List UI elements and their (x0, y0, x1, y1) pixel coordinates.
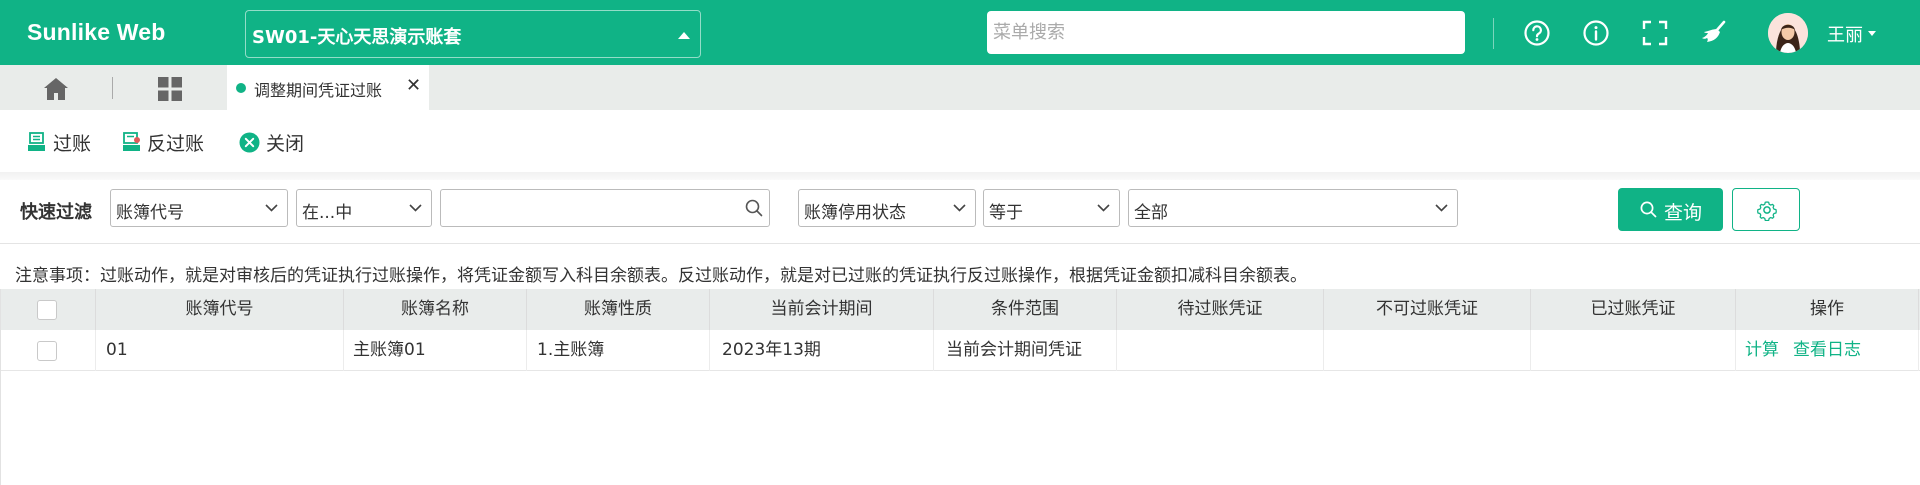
filter-field2-select[interactable]: 账簿停用状态 (798, 189, 976, 227)
col-scope[interactable]: 条件范围 (934, 289, 1117, 330)
chevron-down-icon (1435, 204, 1448, 212)
top-header: Sunlike Web SW01-天心天思演示账套 王丽 (0, 0, 1920, 65)
tab-label: 调整期间凭证过账 (254, 81, 383, 100)
user-name[interactable]: 王丽 (1827, 21, 1863, 47)
post-button[interactable]: 过账 (27, 129, 97, 155)
ledger-table: 账簿代号 账簿名称 账簿性质 当前会计期间 条件范围 待过账凭证 不可过账凭证 … (0, 289, 1920, 485)
col-code[interactable]: 账簿代号 (96, 289, 344, 330)
chevron-down-icon (953, 204, 966, 212)
chevron-down-icon[interactable] (1868, 31, 1876, 36)
query-button[interactable]: 查询 (1618, 188, 1723, 231)
menu-search-input[interactable] (987, 11, 1465, 54)
filter-settings-button[interactable] (1732, 188, 1800, 231)
header-select-all (1, 289, 96, 330)
search-icon[interactable] (745, 199, 763, 217)
unpost-icon (123, 132, 140, 151)
cell-code: 01 (96, 330, 344, 371)
filter-operator2-select[interactable]: 等于 (983, 189, 1120, 227)
chevron-down-icon (1097, 204, 1110, 212)
grid-apps-icon[interactable] (157, 76, 183, 102)
post-label: 过账 (53, 133, 92, 155)
gear-icon (1757, 201, 1777, 221)
caret-up-icon (678, 32, 690, 39)
cell-posted (1531, 330, 1736, 371)
col-name[interactable]: 账簿名称 (344, 289, 527, 330)
calculate-link[interactable]: 计算 (1745, 340, 1779, 360)
avatar[interactable] (1768, 13, 1808, 53)
tab-bar: 调整期间凭证过账 ✕ (0, 65, 1920, 110)
active-dot-icon (236, 83, 246, 93)
close-icon[interactable]: ✕ (406, 75, 421, 96)
filter-operator-value: 在...中 (302, 203, 353, 223)
filter-field-value: 账簿代号 (116, 203, 184, 223)
cell-unpostable (1324, 330, 1531, 371)
filter-operator2-value: 等于 (989, 203, 1023, 223)
chevron-down-icon (409, 204, 422, 212)
col-actions: 操作 (1736, 289, 1919, 330)
fullscreen-icon[interactable] (1640, 18, 1670, 48)
table-header: 账簿代号 账簿名称 账簿性质 当前会计期间 条件范围 待过账凭证 不可过账凭证 … (1, 289, 1920, 330)
account-book-value: SW01-天心天思演示账套 (252, 27, 462, 48)
clear-broom-icon[interactable] (1699, 18, 1729, 48)
col-period[interactable]: 当前会计期间 (710, 289, 934, 330)
query-label: 查询 (1664, 202, 1703, 224)
notice-text: 注意事项：过账动作，就是对审核后的凭证执行过账操作，将凭证金额写入科目余额表。反… (15, 266, 1307, 286)
col-unpostable[interactable]: 不可过账凭证 (1324, 289, 1531, 330)
search-icon (1640, 201, 1657, 218)
header-divider (1493, 18, 1494, 49)
app-logo: Sunlike Web (27, 19, 166, 45)
toolbar: 过账 反过账 关闭 (0, 110, 1920, 172)
filter-value2-select[interactable]: 全部 (1128, 189, 1458, 227)
help-circle-icon[interactable] (1522, 18, 1552, 48)
col-nature[interactable]: 账簿性质 (527, 289, 710, 330)
unpost-button[interactable]: 反过账 (122, 129, 210, 155)
cell-period: 2023年13期 (710, 330, 934, 371)
tab-separator (112, 77, 113, 99)
col-posted[interactable]: 已过账凭证 (1531, 289, 1736, 330)
close-circle-icon (239, 132, 260, 153)
filter-divider (0, 243, 1920, 244)
cell-nature: 1.主账簿 (527, 330, 710, 371)
col-pending[interactable]: 待过账凭证 (1117, 289, 1324, 330)
home-icon[interactable] (42, 77, 70, 101)
view-log-link[interactable]: 查看日志 (1793, 340, 1861, 360)
filter-field2-value: 账簿停用状态 (804, 203, 906, 223)
cell-scope: 当前会计期间凭证 (934, 330, 1117, 371)
row-checkbox[interactable] (37, 341, 57, 361)
chevron-down-icon (265, 204, 278, 212)
quick-filter-label: 快速过滤 (20, 202, 92, 223)
filter-value2-value: 全部 (1134, 203, 1168, 223)
close-label: 关闭 (266, 133, 305, 155)
toolbar-divider (0, 172, 1920, 180)
select-all-checkbox[interactable] (37, 300, 57, 320)
info-circle-icon[interactable] (1581, 18, 1611, 48)
close-button[interactable]: 关闭 (239, 129, 309, 155)
filter-field-select[interactable]: 账簿代号 (110, 189, 288, 227)
filter-operator-select[interactable]: 在...中 (296, 189, 432, 227)
unpost-label: 反过账 (147, 133, 205, 155)
cell-actions: 计算 查看日志 (1736, 330, 1919, 371)
row-select-cell (1, 330, 96, 371)
account-book-select[interactable]: SW01-天心天思演示账套 (245, 10, 701, 58)
cell-pending (1117, 330, 1324, 371)
table-row[interactable]: 01 主账簿01 1.主账簿 2023年13期 当前会计期间凭证 计算 查看日志 (1, 330, 1920, 371)
tab-posting-adjust-period[interactable]: 调整期间凭证过账 ✕ (227, 65, 429, 110)
filter-value-input[interactable] (440, 189, 770, 227)
cell-name: 主账簿01 (344, 330, 527, 371)
post-icon (28, 132, 45, 151)
